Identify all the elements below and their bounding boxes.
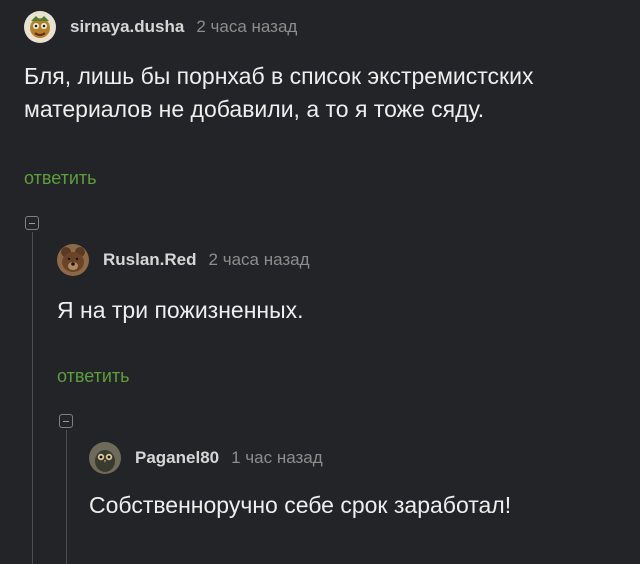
- collapse-thread-toggle[interactable]: [25, 216, 39, 230]
- thread-line-level-2: [66, 430, 67, 564]
- comment: Paganel80 1 час назад Собственноручно се…: [89, 441, 629, 522]
- reply-button[interactable]: ответить: [57, 366, 130, 387]
- character-avatar-icon[interactable]: [24, 11, 56, 43]
- comment: Ruslan.Red 2 часа назад Я на три пожизне…: [57, 243, 617, 327]
- comment-text: Собственноручно себе срок заработал!: [89, 492, 512, 518]
- comment-header: Paganel80 1 час назад: [89, 441, 629, 475]
- reply-button[interactable]: ответить: [24, 168, 97, 189]
- comment-timestamp: 2 часа назад: [208, 250, 310, 269]
- comment-header: Ruslan.Red 2 часа назад: [57, 243, 617, 277]
- comment: sirnaya.dusha 2 часа назад Бля, лишь бы …: [24, 10, 624, 126]
- comment-author[interactable]: sirnaya.dusha: [70, 17, 184, 37]
- comment-header: sirnaya.dusha 2 часа назад: [24, 10, 624, 44]
- comment-timestamp: 1 час назад: [231, 448, 323, 467]
- comment-text: Бля, лишь бы порнхаб в список экстремист…: [24, 63, 534, 122]
- comment-text: Я на три пожизненных.: [57, 297, 304, 323]
- comment-timestamp: 2 часа назад: [196, 17, 298, 36]
- comment-author[interactable]: Ruslan.Red: [103, 250, 197, 270]
- collapse-thread-toggle[interactable]: [59, 414, 73, 428]
- owl-avatar-icon[interactable]: [89, 442, 121, 474]
- comment-author[interactable]: Paganel80: [135, 448, 219, 468]
- thread-line-level-1: [32, 232, 33, 564]
- bear-avatar-icon[interactable]: [57, 244, 89, 276]
